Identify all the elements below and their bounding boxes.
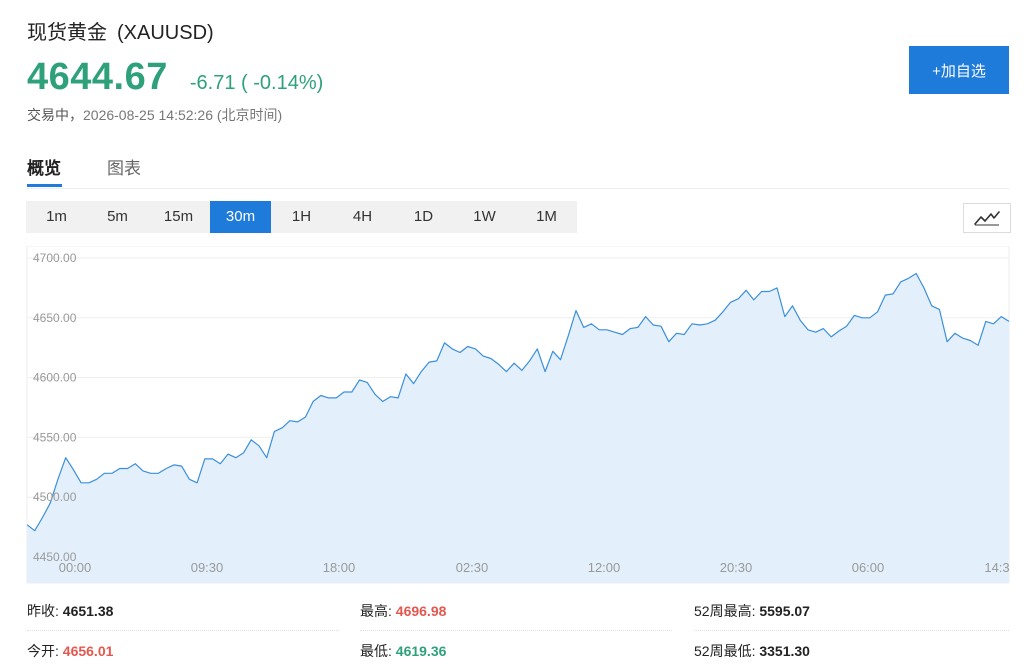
stat-prev-close: 昨收: 4651.38: [27, 601, 113, 621]
y-tick-label: 4600.00: [33, 371, 77, 385]
x-tick-label: 12:00: [588, 560, 621, 575]
stat-open-label: 今开:: [27, 643, 59, 659]
tab-chart[interactable]: 图表: [107, 154, 141, 179]
stat-low-label: 最低:: [360, 643, 392, 659]
x-tick-label: 09:30: [191, 560, 224, 575]
stat-prev-close-value: 4651.38: [62, 603, 114, 619]
interval-1w[interactable]: 1W: [454, 201, 515, 233]
stat-52w-high-label: 52周最高:: [694, 603, 756, 619]
stat-prev-close-label: 昨收:: [27, 603, 59, 619]
stat-high-value: 4696.98: [395, 603, 447, 619]
x-tick-label: 00:00: [59, 560, 92, 575]
current-price: 4644.67: [27, 56, 168, 98]
stat-low: 最低: 4619.36: [360, 641, 446, 661]
timestamp: 2026-08-25 14:52:26 (北京时间): [83, 107, 283, 123]
interval-4h[interactable]: 4H: [332, 201, 393, 233]
x-tick-label: 18:00: [323, 560, 356, 575]
x-tick-label: 02:30: [456, 560, 489, 575]
stat-52w-low: 52周最低: 3351.30: [694, 641, 810, 661]
chart-type-button[interactable]: [963, 203, 1011, 233]
y-tick-label: 4550.00: [33, 430, 77, 444]
add-to-watchlist-button[interactable]: +加自选: [909, 46, 1009, 94]
tab-overview[interactable]: 概览: [27, 154, 61, 179]
instrument-name: 现货黄金: [27, 22, 107, 44]
interval-1h[interactable]: 1H: [271, 201, 332, 233]
price-row: 4644.67 -6.71 ( -0.14%): [27, 56, 323, 100]
interval-selector: 1m 5m 15m 30m 1H 4H 1D 1W 1M: [26, 201, 577, 233]
stat-52w-high: 52周最高: 5595.07: [694, 601, 810, 621]
stat-52w-high-value: 5595.07: [759, 603, 810, 619]
price-chart[interactable]: 4700.004650.004600.004550.004500.004450.…: [0, 246, 1024, 588]
line-chart-icon: [974, 211, 1000, 226]
interval-15m[interactable]: 15m: [148, 201, 209, 233]
divider: [694, 630, 1009, 632]
divider: [27, 630, 339, 632]
status-label: 交易中，: [27, 107, 83, 123]
interval-1mo[interactable]: 1M: [516, 201, 577, 233]
stat-low-value: 4619.36: [395, 643, 447, 659]
price-change: -6.71 ( -0.14%): [189, 72, 324, 94]
interval-30m[interactable]: 30m: [210, 201, 271, 233]
active-tab-indicator: [27, 184, 62, 187]
trading-status: 交易中，2026-08-25 14:52:26 (北京时间): [27, 105, 282, 125]
divider: [360, 630, 672, 632]
x-tick-label: 20:30: [720, 560, 753, 575]
y-tick-label: 4500.00: [33, 490, 77, 504]
tab-bar: 概览 图表: [27, 150, 1009, 189]
stat-open-value: 4656.01: [62, 643, 114, 659]
interval-1d[interactable]: 1D: [393, 201, 454, 233]
interval-5m[interactable]: 5m: [87, 201, 148, 233]
x-tick-label: 14:3: [984, 560, 1009, 575]
stat-52w-low-value: 3351.30: [759, 643, 810, 659]
y-tick-label: 4650.00: [33, 311, 77, 325]
stat-open: 今开: 4656.01: [27, 641, 113, 661]
y-tick-label: 4700.00: [33, 251, 77, 265]
stat-52w-low-label: 52周最低:: [694, 643, 756, 659]
stat-high-label: 最高:: [360, 603, 392, 619]
instrument-symbol: (XAUUSD): [117, 22, 214, 44]
x-tick-label: 06:00: [852, 560, 885, 575]
interval-1m[interactable]: 1m: [26, 201, 87, 233]
stat-high: 最高: 4696.98: [360, 601, 446, 621]
instrument-title: 现货黄金 (XAUUSD): [27, 16, 214, 45]
